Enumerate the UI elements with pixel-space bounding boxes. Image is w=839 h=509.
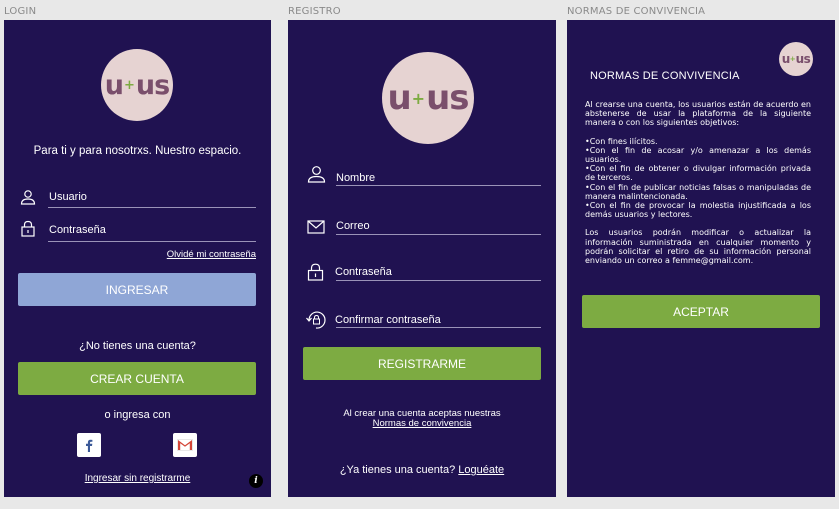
rules-screen: u + us NORMAS DE CONVIVENCIA Al crearse … [567,20,835,497]
rules-item: •Con el fin de publicar noticias falsas … [585,182,811,201]
lock-icon [307,263,324,281]
user-icon [307,166,326,183]
no-account-text: ¿No tienes una cuenta? [79,340,196,352]
logo-letter-u: u [387,78,411,118]
rules-item: •Con el fin de obtener o divulgar inform… [585,164,811,183]
facebook-login-button[interactable] [77,433,101,457]
rules-item: •Con fines ilícitos. [585,136,658,146]
logo-letter-u: u [781,52,791,66]
app-logo: u + us [779,42,813,76]
login-screen: u + us Para ti y para nosotrxs. Nuestro … [4,20,271,497]
skip-registration-link[interactable]: Ingresar sin registrarme [4,473,271,484]
rules-outro: Los usuarios podrán modificar o actualiz… [585,228,811,266]
username-field[interactable]: Usuario [20,189,258,211]
logo-plus: + [124,77,135,93]
info-icon[interactable]: i [249,474,263,488]
rules-link-wrapper[interactable]: Normas de convivencia [288,418,556,429]
skip-registration-label[interactable]: Ingresar sin registrarme [85,473,191,484]
logo-letters-us: us [795,52,811,66]
tagline: Para ti y para nosotrxs. Nuestro espacio… [33,145,242,157]
name-placeholder: Nombre [336,172,376,184]
rules-intro: Al crearse una cuenta, los usuarios está… [585,100,811,128]
mail-icon [307,220,325,234]
have-account-row: ¿Ya tienes una cuenta? Loguéate [288,464,556,476]
logo-letter-u: u [104,69,124,101]
have-account-text: ¿Ya tienes una cuenta? [339,464,456,476]
logo-plus: + [411,88,426,108]
username-placeholder: Usuario [49,191,87,203]
rules-item: •Con el fin de provocar la molestia inju… [585,201,811,220]
gmail-icon [177,439,193,451]
user-icon [20,190,36,205]
logo-letters-us: us [426,78,469,118]
name-field[interactable]: Nombre [307,165,541,187]
frame-label-registro: REGISTRO [288,6,341,17]
rules-title: NORMAS DE CONVIVENCIA [590,70,740,82]
forgot-password-link[interactable]: Olvidé mi contraseña [167,249,256,260]
password-field[interactable]: Contraseña [307,263,541,285]
confirm-password-placeholder: Confirmar contraseña [335,314,441,326]
gmail-login-button[interactable] [173,433,197,457]
email-field[interactable]: Correo [307,218,541,240]
rules-item: •Con el fin de acosar y/o amenazar a los… [585,145,811,165]
password-placeholder: Contraseña [49,224,106,236]
password-field[interactable]: Contraseña [20,220,258,244]
logo-letters-us: us [135,69,170,101]
rules-body: Al crearse una cuenta, los usuarios está… [585,100,811,265]
password-placeholder: Contraseña [335,266,392,278]
frame-label-normas: NORMAS DE CONVIVENCIA [567,6,706,17]
login-link[interactable]: Loguéate [458,464,504,476]
email-placeholder: Correo [336,220,370,232]
app-logo: u + us [101,49,173,121]
login-button[interactable]: INGRESAR [18,273,256,306]
facebook-icon [86,439,93,452]
create-account-button[interactable]: CREAR CUENTA [18,362,256,395]
confirm-password-field[interactable]: Confirmar contraseña [305,310,541,332]
or-login-with-text: o ingresa con [104,409,171,421]
register-screen: u + us Nombre Correo Contraseña Confirma… [288,20,556,497]
lock-reset-icon [306,311,326,329]
app-logo: u + us [382,52,474,144]
rules-link[interactable]: Normas de convivencia [373,418,472,429]
register-button[interactable]: REGISTRARME [303,347,541,380]
accept-button[interactable]: ACEPTAR [582,295,820,328]
frame-label-login: LOGIN [4,6,37,17]
lock-icon [21,220,35,237]
